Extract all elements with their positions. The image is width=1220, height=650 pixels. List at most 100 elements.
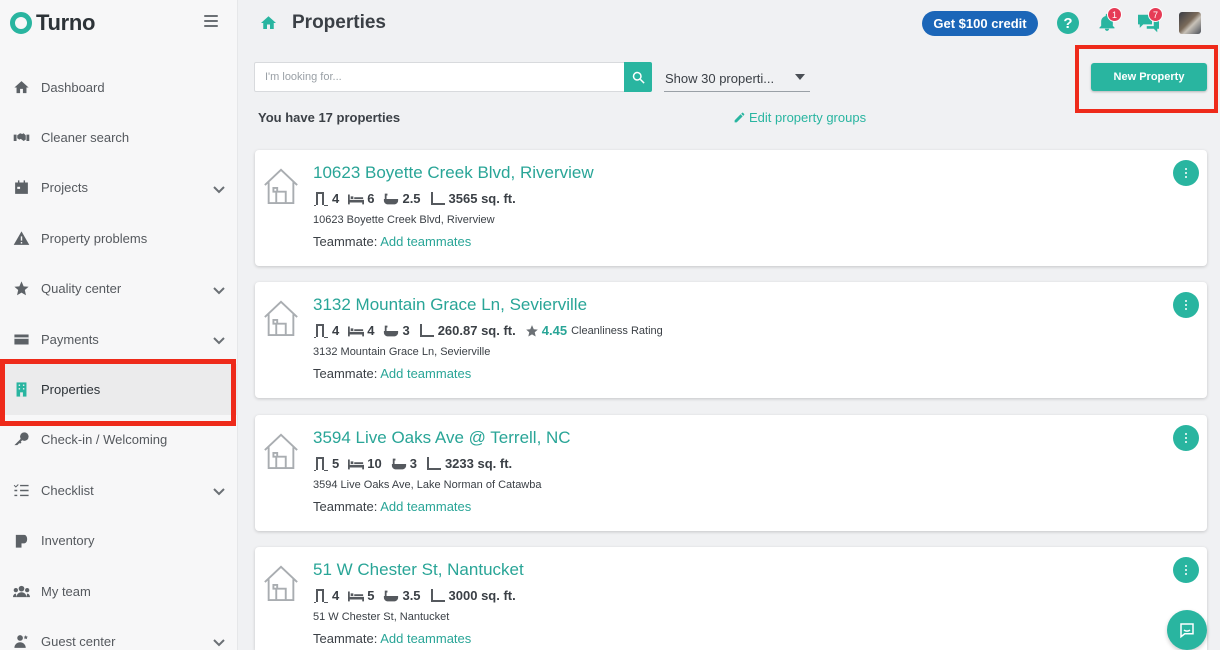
sidebar-item-property-problems[interactable]: Property problems — [0, 213, 238, 263]
sidebar-item-label: Payments — [41, 331, 99, 347]
house-icon — [262, 166, 300, 206]
users-icon — [12, 583, 30, 599]
sidebar-item-label: Property problems — [41, 230, 148, 246]
sidebar-item-my-team[interactable]: My team — [0, 566, 238, 616]
calendar-icon — [12, 180, 30, 196]
notifications-badge: 1 — [1107, 7, 1122, 22]
area-value: 3000 sq. ft. — [448, 588, 516, 603]
support-chat-button[interactable] — [1167, 610, 1207, 650]
property-title-link[interactable]: 51 W Chester St, Nantucket — [313, 560, 524, 580]
chevron-down-icon[interactable] — [213, 333, 225, 345]
sidebar-item-cleaner-search[interactable]: Cleaner search — [0, 112, 238, 162]
property-title-link[interactable]: 3132 Mountain Grace Ln, Sevierville — [313, 295, 587, 315]
property-title-link[interactable]: 10623 Boyette Creek Blvd, Riverview — [313, 163, 594, 183]
more-options-icon[interactable] — [1173, 292, 1199, 318]
baths-value: 3.5 — [402, 588, 421, 603]
property-address: 3132 Mountain Grace Ln, Sevierville — [313, 346, 491, 358]
doors-value: 4 — [332, 588, 340, 603]
toilet-paper-icon — [12, 533, 30, 549]
property-card: 3132 Mountain Grace Ln, Sevierville 4 4 … — [255, 282, 1207, 398]
property-specs: 4 4 3 260.87 sq. ft. 4.45 Cleanliness Rat… — [313, 323, 672, 338]
notifications-button[interactable]: 1 — [1097, 7, 1122, 34]
bed-icon — [348, 194, 365, 204]
bathtub-icon — [391, 458, 406, 469]
sidebar-item-label: My team — [41, 583, 91, 599]
search-button[interactable] — [624, 62, 652, 92]
property-specs: 5 10 3 3233 sq. ft. — [313, 456, 521, 471]
page-title: Properties — [292, 12, 386, 33]
more-options-icon[interactable] — [1173, 557, 1199, 583]
property-specs: 4 6 2.5 3565 sq. ft. — [313, 191, 525, 206]
sidebar-item-label: Inventory — [41, 533, 95, 549]
more-options-icon[interactable] — [1173, 160, 1199, 186]
search-icon — [632, 71, 645, 84]
property-card: 3594 Live Oaks Ave @ Terrell, NC 5 10 3 … — [255, 415, 1207, 531]
teammate-line: Teammate: Add teammates — [313, 499, 471, 514]
hamburger-menu-icon[interactable] — [204, 15, 218, 27]
cleanliness-rating-label: Cleanliness Rating — [571, 324, 663, 337]
property-specs: 4 5 3.5 3000 sq. ft. — [313, 588, 525, 603]
baths-value: 2.5 — [402, 191, 421, 206]
sidebar-item-guest-center[interactable]: Guest center — [0, 616, 238, 650]
sidebar-item-label: Checklist — [41, 482, 94, 498]
area-icon — [426, 456, 441, 470]
messages-badge: 7 — [1148, 7, 1163, 22]
property-card: 51 W Chester St, Nantucket 4 5 3.5 3000 … — [255, 547, 1207, 650]
logo-text: Turno — [36, 10, 96, 35]
sidebar-item-label: Check-in / Welcoming — [41, 432, 168, 448]
chevron-down-icon[interactable] — [213, 283, 225, 295]
teammate-line: Teammate: Add teammates — [313, 366, 471, 381]
baths-value: 3 — [402, 323, 410, 338]
messages-button[interactable]: 7 — [1136, 7, 1163, 35]
star-icon — [525, 324, 538, 337]
credit-card-icon — [12, 331, 30, 347]
sidebar-item-payments[interactable]: Payments — [0, 314, 238, 364]
more-options-icon[interactable] — [1173, 425, 1199, 451]
add-teammates-link[interactable]: Add teammates — [380, 234, 471, 249]
sidebar-item-quality-center[interactable]: Quality center — [0, 264, 238, 314]
house-icon — [262, 431, 300, 471]
chevron-down-icon[interactable] — [213, 484, 225, 496]
door-icon — [314, 191, 328, 206]
avatar[interactable] — [1179, 12, 1201, 34]
add-teammates-link[interactable]: Add teammates — [380, 499, 471, 514]
add-teammates-link[interactable]: Add teammates — [380, 631, 471, 646]
doors-value: 4 — [332, 191, 340, 206]
get-credit-button[interactable]: Get $100 credit — [922, 11, 1038, 36]
bed-icon — [348, 459, 365, 469]
help-icon[interactable]: ? — [1057, 12, 1079, 34]
beds-value: 5 — [367, 588, 375, 603]
pencil-icon — [734, 112, 745, 123]
sidebar-item-projects[interactable]: Projects — [0, 163, 238, 213]
house-icon — [262, 563, 300, 603]
sidebar-item-checklist[interactable]: Checklist — [0, 465, 238, 515]
bed-icon — [348, 591, 365, 601]
home-icon — [12, 79, 30, 95]
area-icon — [430, 588, 445, 602]
edit-groups-label: Edit property groups — [749, 110, 867, 125]
add-teammates-link[interactable]: Add teammates — [380, 366, 471, 381]
new-property-button[interactable]: New Property — [1091, 63, 1207, 91]
baths-value: 3 — [409, 456, 417, 471]
doors-value: 4 — [332, 323, 340, 338]
sidebar-item-check-in[interactable]: Check-in / Welcoming — [0, 415, 238, 465]
sidebar-item-dashboard[interactable]: Dashboard — [0, 62, 238, 112]
beds-value: 10 — [367, 456, 382, 471]
turno-logo[interactable]: Turno — [10, 8, 95, 38]
bathtub-icon — [384, 193, 399, 204]
teammate-label: Teammate: — [313, 499, 378, 514]
chevron-down-icon[interactable] — [213, 182, 225, 194]
star-icon — [12, 281, 30, 297]
search-input[interactable] — [254, 62, 625, 92]
caret-down-icon — [795, 74, 805, 80]
beds-value: 4 — [367, 323, 375, 338]
edit-property-groups-link[interactable]: Edit property groups — [733, 110, 866, 125]
chevron-down-icon[interactable] — [213, 635, 225, 647]
sidebar-item-properties[interactable]: Properties — [0, 364, 238, 415]
sidebar-item-inventory[interactable]: Inventory — [0, 516, 238, 566]
show-count-select[interactable]: Show 30 properti... — [664, 65, 810, 92]
bathtub-icon — [384, 325, 399, 336]
beds-value: 6 — [367, 191, 375, 206]
property-title-link[interactable]: 3594 Live Oaks Ave @ Terrell, NC — [313, 428, 571, 448]
property-address: 51 W Chester St, Nantucket — [313, 611, 450, 623]
